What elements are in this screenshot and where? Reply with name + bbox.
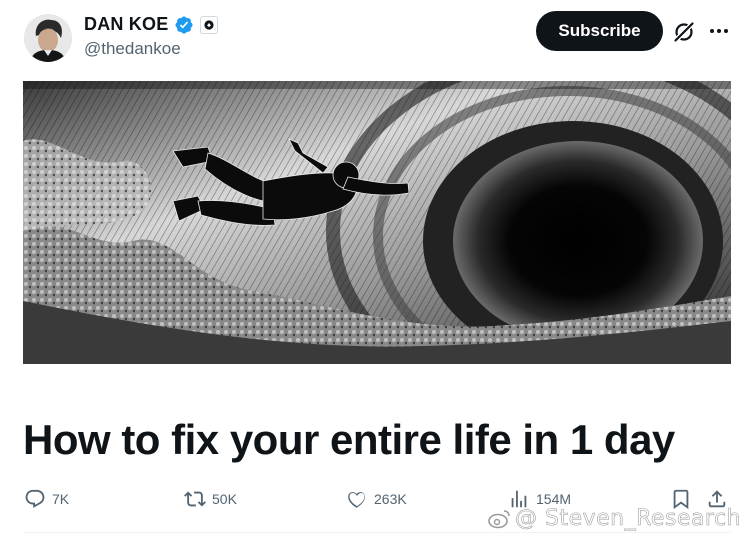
- affiliate-badge-icon[interactable]: [200, 15, 219, 34]
- repost-button[interactable]: 50K: [184, 488, 237, 510]
- repost-count: 50K: [212, 491, 237, 507]
- avatar[interactable]: [24, 14, 72, 62]
- like-button[interactable]: 263K: [346, 488, 407, 510]
- watermark-text: @ Steven_Research: [515, 506, 742, 532]
- reply-count: 7K: [52, 491, 70, 507]
- like-count: 263K: [374, 491, 407, 507]
- avatar-image: [24, 14, 72, 62]
- subscribe-button[interactable]: Subscribe: [536, 11, 663, 51]
- grok-icon[interactable]: [672, 20, 696, 44]
- repost-icon: [184, 491, 206, 507]
- like-icon: [348, 492, 365, 509]
- article-title[interactable]: How to fix your entire life in 1 day: [23, 414, 733, 466]
- more-icon[interactable]: [706, 18, 732, 44]
- divider: [23, 532, 731, 533]
- article-cover-image[interactable]: [23, 81, 731, 364]
- cover-illustration: [23, 81, 731, 364]
- weibo-logo-icon: [488, 509, 510, 528]
- verified-badge-icon[interactable]: [174, 15, 194, 35]
- author-name[interactable]: DAN KOE: [84, 14, 168, 35]
- author-name-row: DAN KOE: [84, 14, 219, 35]
- views-count: 154M: [536, 491, 572, 507]
- reply-button[interactable]: 7K: [24, 488, 69, 510]
- reply-icon: [25, 489, 45, 508]
- author-handle[interactable]: @thedankoe: [84, 39, 181, 59]
- watermark: @ Steven_Research: [487, 506, 741, 531]
